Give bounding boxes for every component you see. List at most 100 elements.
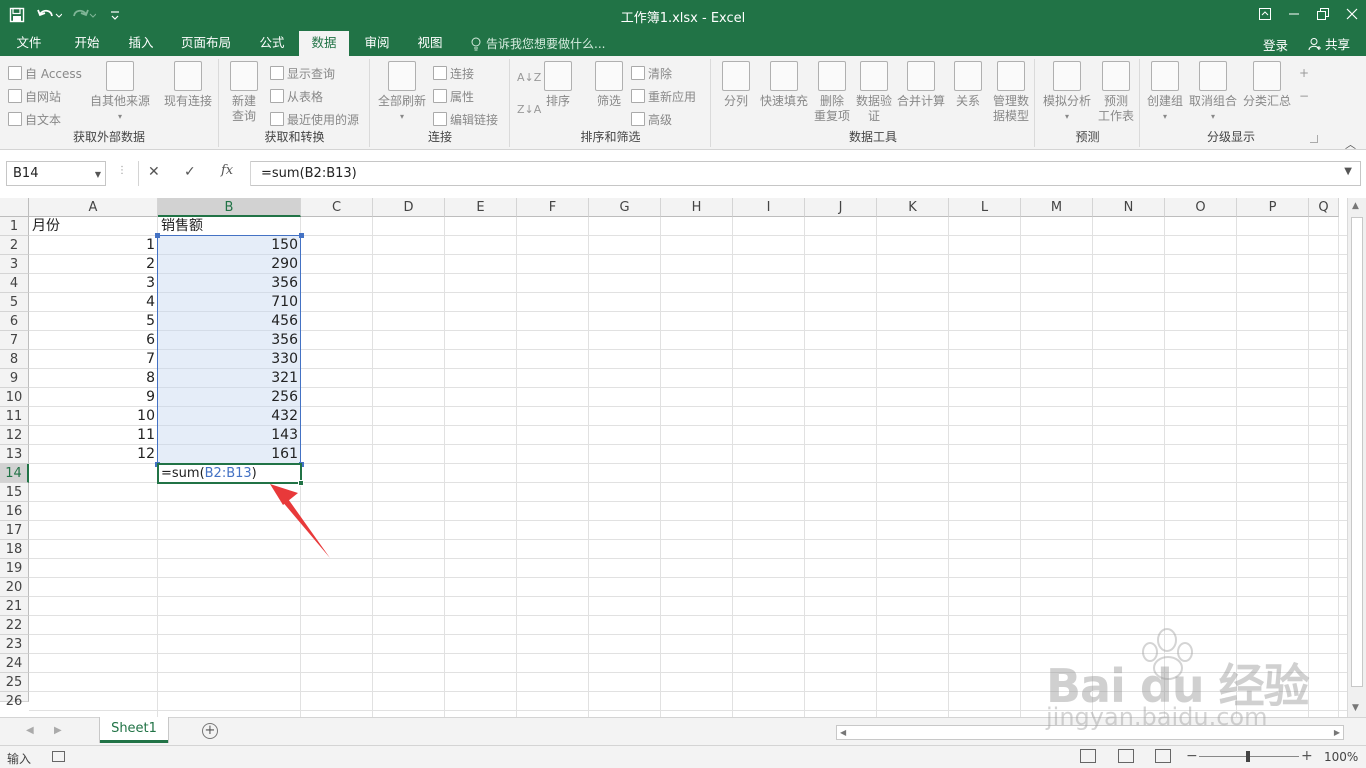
edit-links-button[interactable]: 编辑链接 xyxy=(433,109,498,129)
from-web-button[interactable]: 自网站 xyxy=(8,86,61,106)
tab-file[interactable]: 文件 xyxy=(4,31,54,56)
forecast-sheet-button[interactable]: 预测 工作表 xyxy=(1096,61,1136,124)
share-button[interactable]: 共享 xyxy=(1297,32,1361,55)
column-header-i[interactable]: I xyxy=(733,198,805,217)
tab-formulas[interactable]: 公式 xyxy=(247,31,297,56)
scroll-up-icon[interactable]: ▲ xyxy=(1352,201,1359,211)
row-header-4[interactable]: 4 xyxy=(0,274,29,293)
tab-data[interactable]: 数据 xyxy=(299,31,349,56)
row-header-3[interactable]: 3 xyxy=(0,255,29,274)
scroll-down-icon[interactable]: ▼ xyxy=(1352,703,1359,713)
fill-handle[interactable] xyxy=(298,480,304,486)
restore-icon[interactable] xyxy=(1308,0,1337,28)
from-other-sources-button[interactable]: 自其他来源 ▾ xyxy=(88,61,152,124)
column-header-p[interactable]: P xyxy=(1237,198,1309,217)
cell-a3[interactable]: 2 xyxy=(29,255,158,274)
row-header-12[interactable]: 12 xyxy=(0,426,29,445)
cell-a9[interactable]: 8 xyxy=(29,369,158,388)
from-access-button[interactable]: 自 Access xyxy=(8,63,82,83)
show-detail-button[interactable]: + xyxy=(1299,63,1309,83)
tab-home[interactable]: 开始 xyxy=(62,31,112,56)
reapply-button[interactable]: 重新应用 xyxy=(631,86,696,106)
cell-a8[interactable]: 7 xyxy=(29,350,158,369)
cell-b2[interactable]: 150 xyxy=(158,236,301,255)
previous-sheet-icon[interactable]: ◀ xyxy=(26,725,34,736)
cell-b13[interactable]: 161 xyxy=(158,445,301,464)
tell-me-box[interactable]: 告诉我您想要做什么... xyxy=(470,35,605,52)
new-query-button[interactable]: 新建 查询 xyxy=(224,61,264,124)
cell-a4[interactable]: 3 xyxy=(29,274,158,293)
text-to-columns-button[interactable]: 分列 xyxy=(718,61,754,109)
insert-function-button[interactable]: fx xyxy=(221,163,233,178)
row-header-24[interactable]: 24 xyxy=(0,654,29,673)
cell-b10[interactable]: 256 xyxy=(158,388,301,407)
cell-b1[interactable]: 销售额 xyxy=(158,217,301,236)
column-header-h[interactable]: H xyxy=(661,198,733,217)
cell-grid[interactable]: 月份 销售额 1 150 2 290 3 356 4 710 5 456 6 356 7 330 8 321 9 25… xyxy=(29,217,1347,717)
group-button[interactable]: 创建组 ▾ xyxy=(1145,61,1185,124)
cell-b5[interactable]: 710 xyxy=(158,293,301,312)
row-header-15[interactable]: 15 xyxy=(0,483,29,502)
row-header-22[interactable]: 22 xyxy=(0,616,29,635)
column-header-m[interactable]: M xyxy=(1021,198,1093,217)
data-validation-button[interactable]: 数据验证 xyxy=(854,61,894,124)
cell-a13[interactable]: 12 xyxy=(29,445,158,464)
normal-view-icon[interactable] xyxy=(1080,749,1096,763)
name-box[interactable]: B14 ▼ xyxy=(6,161,106,186)
formula-bar-grip-icon[interactable]: ⋮ xyxy=(117,165,127,176)
row-header-18[interactable]: 18 xyxy=(0,540,29,559)
column-header-e[interactable]: E xyxy=(445,198,517,217)
tab-view[interactable]: 视图 xyxy=(405,31,455,56)
relationships-button[interactable]: 关系 xyxy=(950,61,986,109)
dialog-launcher-icon[interactable] xyxy=(1310,135,1318,143)
cell-a7[interactable]: 6 xyxy=(29,331,158,350)
advanced-filter-button[interactable]: 高级 xyxy=(631,109,672,129)
active-cell-b14[interactable]: =sum(B2:B13) xyxy=(157,463,304,486)
ungroup-button[interactable]: 取消组合 ▾ xyxy=(1187,61,1239,124)
tab-page-layout[interactable]: 页面布局 xyxy=(174,31,238,56)
row-header-19[interactable]: 19 xyxy=(0,559,29,578)
close-icon[interactable] xyxy=(1337,0,1366,28)
sort-descending-button[interactable]: Z↓A xyxy=(517,99,541,119)
column-header-b[interactable]: B xyxy=(158,198,301,217)
cell-b6[interactable]: 456 xyxy=(158,312,301,331)
row-header-25[interactable]: 25 xyxy=(0,673,29,692)
consolidate-button[interactable]: 合并计算 xyxy=(896,61,946,109)
row-header-1[interactable]: 1 xyxy=(0,217,29,236)
manage-data-model-button[interactable]: 管理数 据模型 xyxy=(990,61,1032,124)
cell-a5[interactable]: 4 xyxy=(29,293,158,312)
properties-button[interactable]: 属性 xyxy=(433,86,474,106)
subtotal-button[interactable]: 分类汇总 xyxy=(1241,61,1293,109)
existing-connections-button[interactable]: 现有连接 xyxy=(160,61,216,109)
minimize-icon[interactable] xyxy=(1279,0,1308,28)
row-header-13[interactable]: 13 xyxy=(0,445,29,464)
sort-button[interactable]: 排序 xyxy=(541,61,575,109)
row-header-21[interactable]: 21 xyxy=(0,597,29,616)
clear-filter-button[interactable]: 清除 xyxy=(631,63,672,83)
column-header-g[interactable]: G xyxy=(589,198,661,217)
column-header-o[interactable]: O xyxy=(1165,198,1237,217)
column-header-f[interactable]: F xyxy=(517,198,589,217)
cell-a2[interactable]: 1 xyxy=(29,236,158,255)
column-header-k[interactable]: K xyxy=(877,198,949,217)
cell-a1[interactable]: 月份 xyxy=(29,217,158,236)
column-header-n[interactable]: N xyxy=(1093,198,1165,217)
formula-input[interactable]: =sum(B2:B13) ▼ xyxy=(251,161,1361,186)
remove-duplicates-button[interactable]: 删除 重复项 xyxy=(812,61,852,124)
zoom-in-icon[interactable]: + xyxy=(1301,748,1313,764)
scroll-left-icon[interactable]: ◀ xyxy=(840,726,846,739)
row-header-17[interactable]: 17 xyxy=(0,521,29,540)
row-header-23[interactable]: 23 xyxy=(0,635,29,654)
refresh-all-button[interactable]: 全部刷新 ▾ xyxy=(375,61,429,124)
add-sheet-icon[interactable]: + xyxy=(202,723,218,739)
from-table-button[interactable]: 从表格 xyxy=(270,86,323,106)
tab-insert[interactable]: 插入 xyxy=(116,31,166,56)
row-header-6[interactable]: 6 xyxy=(0,312,29,331)
cell-a6[interactable]: 5 xyxy=(29,312,158,331)
cell-a12[interactable]: 11 xyxy=(29,426,158,445)
vertical-scrollbar[interactable]: ▲ ▼ xyxy=(1347,198,1366,717)
sign-in-link[interactable]: 登录 xyxy=(1263,35,1288,54)
enter-entry-button[interactable]: ✓ xyxy=(184,164,196,180)
cell-b12[interactable]: 143 xyxy=(158,426,301,445)
flash-fill-button[interactable]: 快速填充 xyxy=(758,61,810,109)
